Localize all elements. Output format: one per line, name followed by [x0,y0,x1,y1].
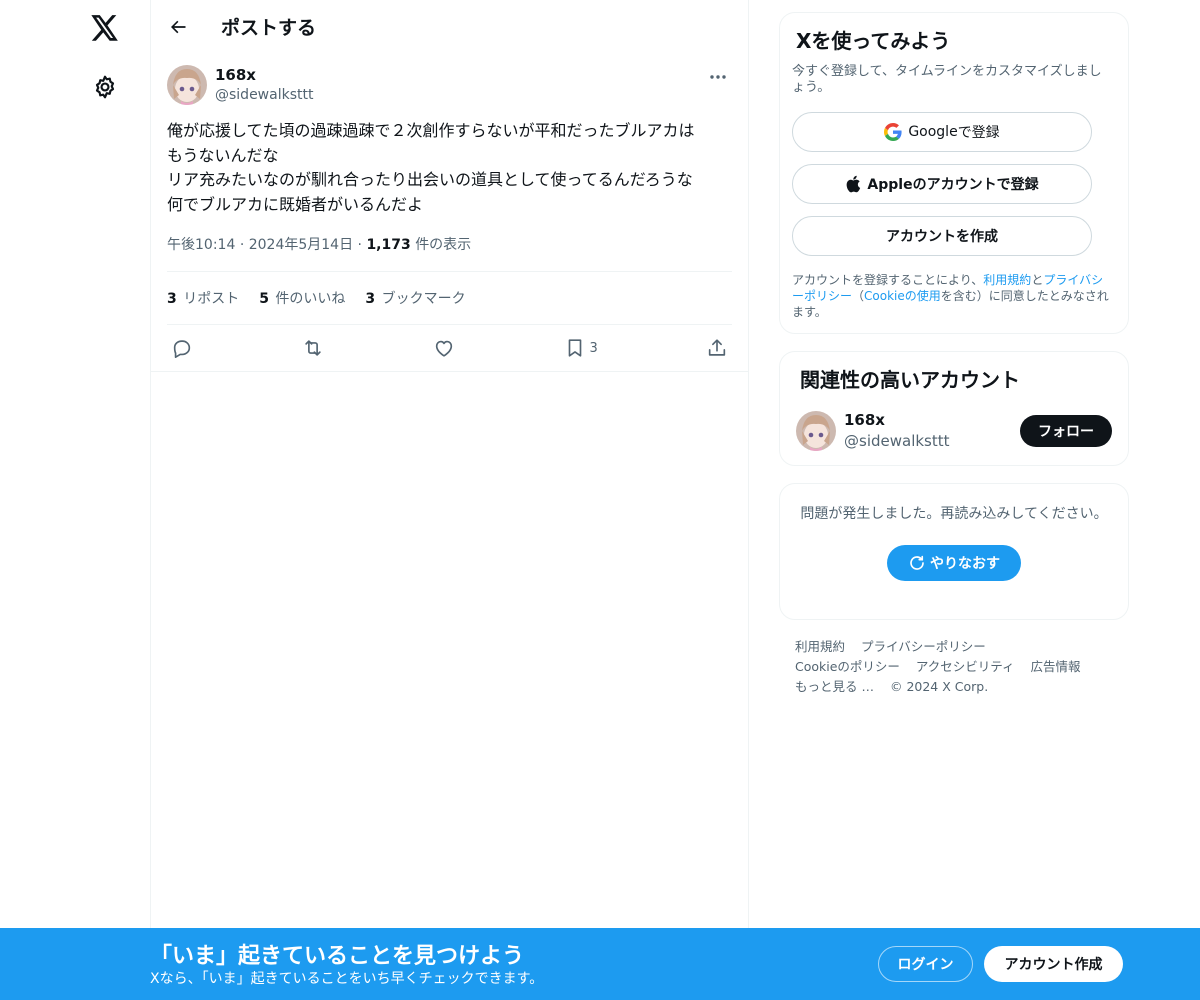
legal-prefix: アカウントを登録することにより、 [792,273,984,287]
related-handle: @sidewalksttt [844,432,950,450]
signup-card: Xを使ってみよう 今すぐ登録して、タイムラインをカスタマイズしましょう。 Goo… [779,12,1129,334]
footer-row: Cookieのポリシー アクセシビリティ 広告情報 [795,657,1129,677]
post-stats: 3 リポスト 5 件のいいね 3 ブックマーク [167,272,732,325]
post-meta: 午後10:14 · 2024年5月14日 · 1,173 件の表示 [167,234,732,272]
author-text: 168x @sidewalksttt [215,65,313,105]
footer-more-link[interactable]: もっと見る … [795,679,874,694]
footer-terms-link[interactable]: 利用規約 [795,639,845,654]
related-title: 関連性の高いアカウント [800,368,1020,392]
footer-links: 利用規約 プライバシーポリシー Cookieのポリシー アクセシビリティ 広告情… [779,637,1129,697]
arrow-left-icon[interactable] [165,14,191,40]
footer-accessibility-link[interactable]: アクセシビリティ [916,659,1015,674]
retry-label: やりなおす [930,556,1000,572]
legal-and: と [1031,273,1044,287]
error-card: 問題が発生しました。再読み込みしてください。 やりなおす [779,483,1129,620]
display-name[interactable]: 168x [215,65,313,85]
banner-create-account-button[interactable]: アカウント作成 [984,946,1123,982]
login-button[interactable]: ログイン [878,946,973,982]
reposts-stat[interactable]: 3 リポスト [167,288,239,308]
refresh-icon [910,555,924,570]
meta-separator: · [239,237,249,253]
bookmark-count: 3 [589,340,598,356]
google-signup-suffix: で登録 [957,125,1000,141]
footer-cookie-link[interactable]: Cookieのポリシー [795,659,900,674]
cookie-link[interactable]: Cookieの使用 [864,289,941,303]
signup-subtitle: 今すぐ登録して、タイムラインをカスタマイズしましょう。 [792,64,1102,95]
bookmarks-count: 3 [365,291,376,307]
avatar[interactable] [167,65,207,105]
footer-ads-link[interactable]: 広告情報 [1031,659,1081,674]
like-button[interactable] [433,337,455,359]
bookmarks-stat[interactable]: 3 ブックマーク [365,288,465,308]
copyright: © 2024 X Corp. [889,679,989,694]
banner-subtitle: Xなら、「いま」起きていることをいち早くチェックできます。 [150,971,544,987]
author-row: 168x @sidewalksttt [167,65,732,105]
terms-link[interactable]: 利用規約 [983,273,1031,287]
post: 168x @sidewalksttt 俺が応援してた頃の過疎過疎で２次創作すらな… [151,53,748,372]
google-signup-button[interactable]: Google で登録 [792,112,1092,152]
bookmark-button[interactable]: 3 [564,337,598,359]
page-header: ポストする [151,0,748,53]
google-brand: Google [908,124,958,140]
reply-icon [173,340,191,358]
related-display-name: 168x [844,411,885,429]
bookmarks-label: ブックマーク [381,291,466,307]
share-button[interactable] [706,337,728,359]
apple-signup-button[interactable]: Appleのアカウントで登録 [792,164,1092,204]
post-text: 俺が応援してた頃の過疎過疎で２次創作すらないが平和だったブルアカは もうないんだ… [167,121,695,214]
share-icon [708,339,726,356]
views-label: 件の表示 [415,237,472,253]
footer-row: もっと見る … © 2024 X Corp. [795,677,1129,697]
views-count: 1,173 [366,237,411,253]
apple-signup-label: Appleのアカウントで登録 [867,177,1039,193]
related-accounts-card: 関連性の高いアカウント 168x @sidewalksttt フォロー [779,351,1129,466]
post-actions: 3 [151,325,748,372]
footer-row: 利用規約 プライバシーポリシー [795,637,1129,657]
likes-stat[interactable]: 5 件のいいね [259,288,345,308]
signup-title: Xを使ってみよう [796,29,951,53]
footer-privacy-link[interactable]: プライバシーポリシー [861,639,986,654]
apple-icon [847,175,861,193]
related-account-text: 168x @sidewalksttt [844,410,950,452]
post-date[interactable]: 2024年5月14日 [249,237,353,253]
heart-icon [436,340,453,357]
right-sidebar: Xを使ってみよう 今すぐ登録して、タイムラインをカスタマイズしましょう。 Goo… [779,0,1129,697]
likes-label: 件のいいね [275,291,346,307]
legal-paren-open: （ [852,289,865,303]
repost-button[interactable] [301,337,325,359]
avatar[interactable] [796,411,836,451]
follow-button[interactable]: フォロー [1020,415,1112,447]
create-account-button[interactable]: アカウントを作成 [792,216,1092,256]
left-nav [0,0,150,1000]
likes-count: 5 [259,291,269,307]
main-column: ポストする 168x @sidewalksttt 俺が応援してた頃の過疎過疎で２… [150,0,749,1000]
retry-button[interactable]: やりなおす [887,545,1021,581]
gear-icon[interactable] [92,74,118,100]
post-time[interactable]: 午後10:14 [167,237,235,253]
error-message: 問題が発生しました。再読み込みしてください。 [800,506,1108,522]
related-account-row[interactable]: 168x @sidewalksttt フォロー [796,410,1112,452]
google-icon [884,123,902,141]
page-title: ポストする [221,17,317,39]
create-account-label: アカウントを作成 [886,229,998,245]
reposts-label: リポスト [183,291,240,307]
more-options-icon[interactable] [706,67,730,87]
x-logo-icon[interactable] [89,12,121,44]
banner-title: 「いま」起きていることを見つけよう [150,944,525,969]
repost-icon [305,340,321,356]
reply-button[interactable] [171,337,193,359]
bookmark-icon [568,339,581,357]
handle[interactable]: @sidewalksttt [215,85,313,105]
legal-text: アカウントを登録することにより、利用規約とプライバシーポリシー（Cookieの使… [792,272,1112,320]
reposts-count: 3 [167,291,177,307]
